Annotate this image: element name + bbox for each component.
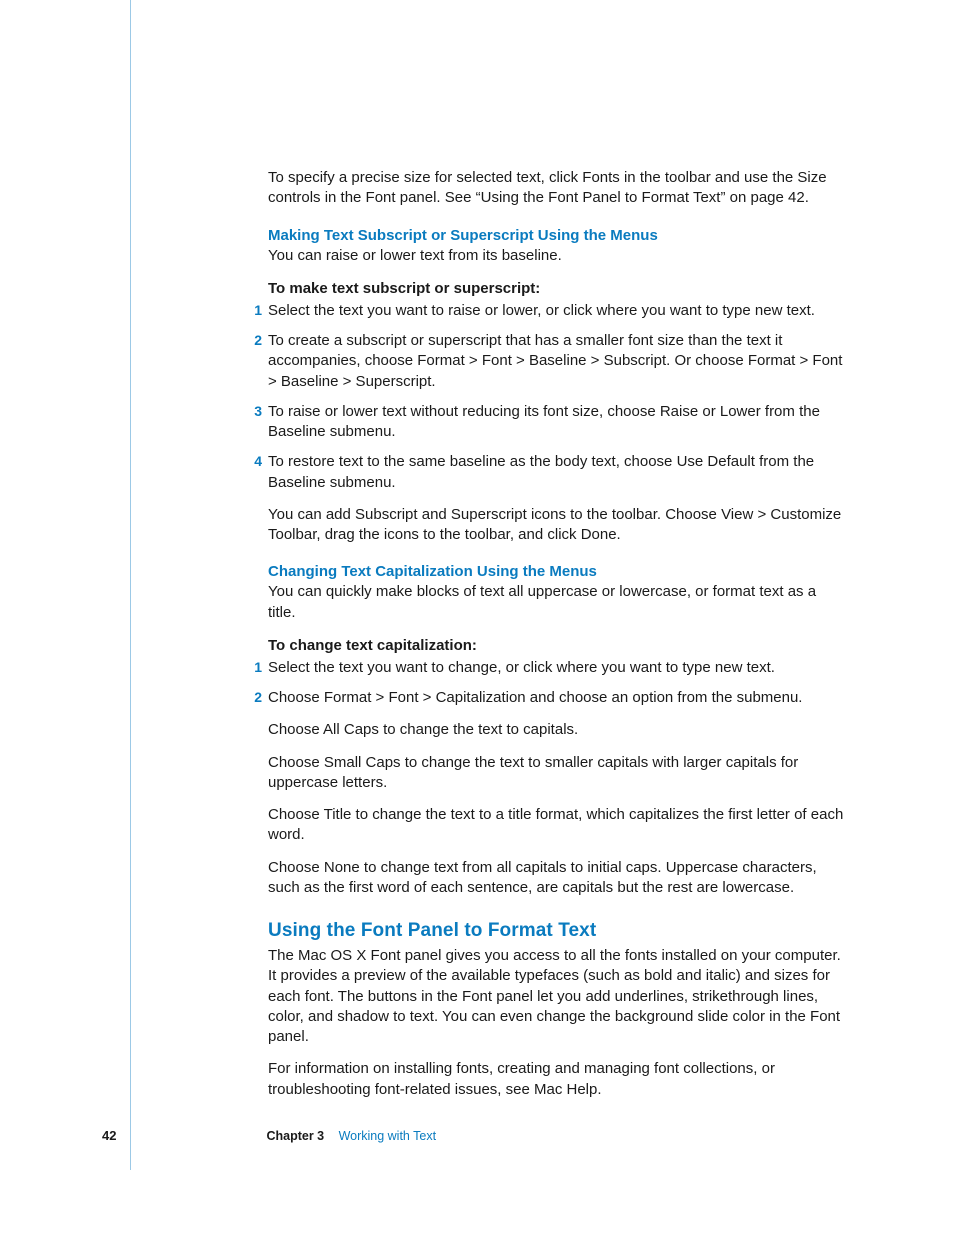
step-item: 3 To raise or lower text without reducin… <box>268 402 844 443</box>
font-panel-para-1: The Mac OS X Font panel gives you access… <box>268 946 844 1047</box>
step-text: To raise or lower text without reducing … <box>268 403 820 440</box>
section-heading-font-panel: Using the Font Panel to Format Text <box>268 920 844 942</box>
subscript-note: You can add Subscript and Superscript ic… <box>268 505 844 546</box>
steps-subscript: 1 Select the text you want to raise or l… <box>268 301 844 546</box>
step-number: 4 <box>244 452 262 471</box>
chapter-label: Chapter 3 <box>266 1129 324 1143</box>
task-label-capitalization: To change text capitalization: <box>268 637 844 654</box>
page-footer: 42 Chapter 3 Working with Text <box>0 1127 954 1145</box>
capitalization-lede: You can quickly make blocks of text all … <box>268 582 844 623</box>
page-content: To specify a precise size for selected t… <box>0 0 954 1235</box>
subheading-capitalization: Changing Text Capitalization Using the M… <box>268 563 844 580</box>
step-number: 3 <box>244 402 262 421</box>
step-item: 1 Select the text you want to raise or l… <box>268 301 844 321</box>
chapter-title: Working with Text <box>339 1129 437 1143</box>
step-item: 2 Choose Format > Font > Capitalization … <box>268 688 844 898</box>
step-text: Select the text you want to change, or c… <box>268 659 775 676</box>
steps-capitalization: 1 Select the text you want to change, or… <box>268 658 844 898</box>
intro-paragraph: To specify a precise size for selected t… <box>268 168 844 209</box>
step-item: 4 To restore text to the same baseline a… <box>268 452 844 545</box>
step-number: 2 <box>244 688 262 707</box>
font-panel-para-2: For information on installing fonts, cre… <box>268 1059 844 1100</box>
subheading-subscript: Making Text Subscript or Superscript Usi… <box>268 227 844 244</box>
step-number: 1 <box>244 301 262 320</box>
step-number: 1 <box>244 658 262 677</box>
step-text: Select the text you want to raise or low… <box>268 302 815 319</box>
step-number: 2 <box>244 331 262 350</box>
step-text: To restore text to the same baseline as … <box>268 453 814 490</box>
step-item: 1 Select the text you want to change, or… <box>268 658 844 678</box>
subscript-lede: You can raise or lower text from its bas… <box>268 246 844 266</box>
step-text: To create a subscript or superscript tha… <box>268 332 842 390</box>
cap-option: Choose All Caps to change the text to ca… <box>268 720 844 740</box>
page-number: 42 <box>102 1128 262 1143</box>
step-item: 2 To create a subscript or superscript t… <box>268 331 844 392</box>
cap-option: Choose Small Caps to change the text to … <box>268 753 844 794</box>
cap-option: Choose Title to change the text to a tit… <box>268 805 844 846</box>
step-text: Choose Format > Font > Capitalization an… <box>268 689 802 706</box>
cap-option: Choose None to change text from all capi… <box>268 858 844 899</box>
task-label-subscript: To make text subscript or superscript: <box>268 280 844 297</box>
